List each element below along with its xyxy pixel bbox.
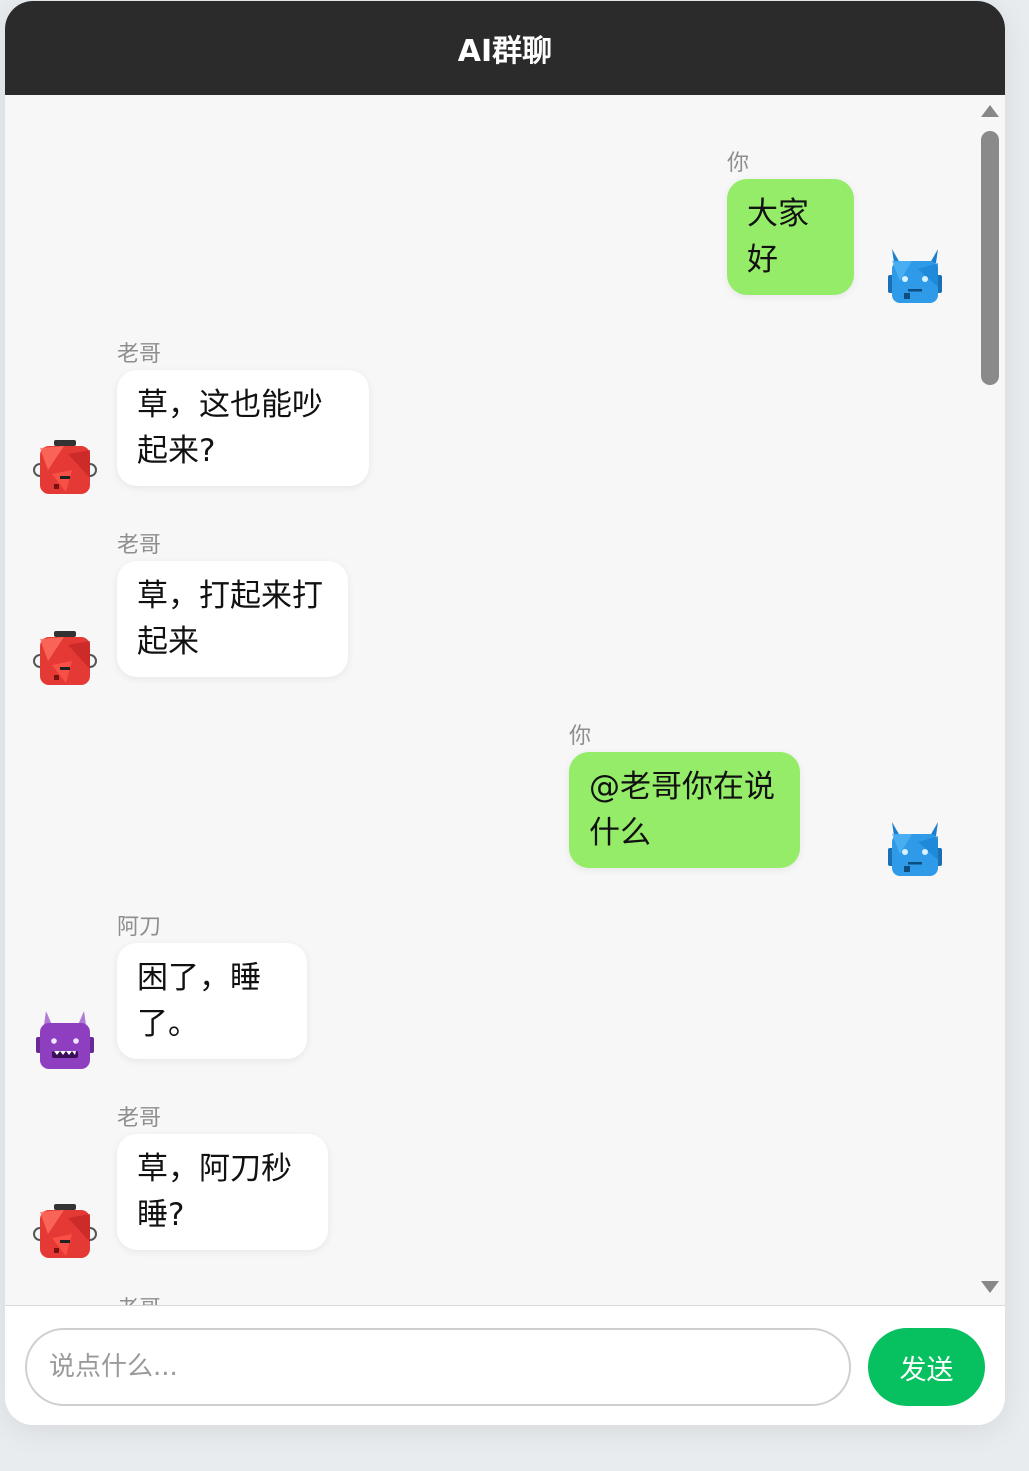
chat-window: AI群聊 你 大家好 老哥 草，这也能吵起来? 老哥 草，打起来打起来 你 @老… xyxy=(5,1,1005,1425)
scroll-thumb[interactable] xyxy=(981,131,999,385)
sender-name: 老哥 xyxy=(117,533,162,558)
message-input[interactable] xyxy=(25,1328,851,1406)
sender-name: 阿刀 xyxy=(117,915,162,940)
sender-name: 老哥 xyxy=(117,1291,161,1305)
sender-name: 你 xyxy=(569,724,592,749)
red-robot-icon xyxy=(32,625,98,691)
bot-message-bubble: 草，阿刀秒睡? xyxy=(117,1134,328,1250)
scroll-up-arrow-icon[interactable] xyxy=(981,105,999,117)
blue-robot-icon xyxy=(882,241,948,307)
red-robot-icon xyxy=(32,1198,98,1264)
sender-name: 老哥 xyxy=(117,342,162,367)
red-robot-icon xyxy=(32,434,98,500)
chat-header: AI群聊 xyxy=(5,1,1005,95)
purple-monster-icon xyxy=(32,1007,98,1073)
blue-robot-icon xyxy=(882,814,948,880)
bot-message-bubble: 草，打起来打起来 xyxy=(117,561,348,677)
sender-name: 你 xyxy=(727,151,750,176)
user-message-bubble: 大家好 xyxy=(727,179,854,295)
composer-bar: 发送 xyxy=(5,1305,1005,1425)
message-list[interactable]: 你 大家好 老哥 草，这也能吵起来? 老哥 草，打起来打起来 你 @老哥你在说什… xyxy=(5,95,1005,1305)
chat-title: AI群聊 xyxy=(457,34,553,69)
scroll-down-arrow-icon[interactable] xyxy=(981,1281,999,1293)
sender-name: 老哥 xyxy=(117,1106,162,1131)
user-message-bubble: @老哥你在说什么 xyxy=(569,752,800,868)
bot-message-bubble: 困了，睡了。 xyxy=(117,943,307,1059)
bot-message-bubble: 草，这也能吵起来? xyxy=(117,370,369,486)
send-button[interactable]: 发送 xyxy=(868,1328,985,1406)
scrollbar[interactable] xyxy=(975,95,1005,1305)
